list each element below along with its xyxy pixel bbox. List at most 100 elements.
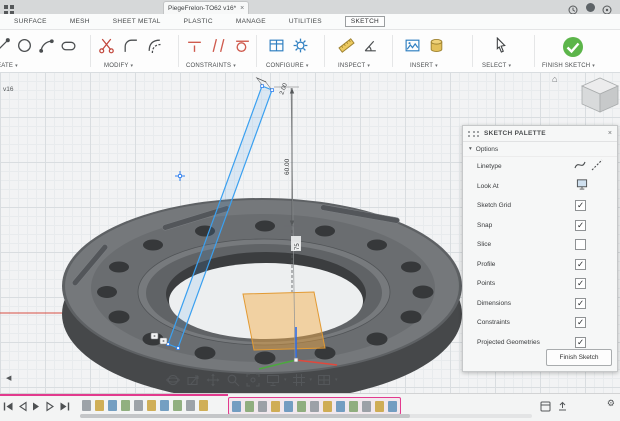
points-checkbox[interactable]: ✓ — [575, 278, 586, 289]
drag-handle-icon[interactable] — [468, 131, 479, 137]
options-section-header[interactable]: ▾ Options — [463, 142, 617, 157]
slice-checkbox[interactable] — [575, 239, 586, 250]
projected-geometries-checkbox[interactable]: ✓ — [575, 337, 586, 348]
create-arc-icon[interactable] — [38, 37, 55, 54]
timeline-feature-icon[interactable] — [232, 401, 241, 412]
select-cursor-icon[interactable] — [492, 37, 509, 54]
nav-look-at-icon[interactable] — [186, 372, 201, 387]
nav-zoom-icon[interactable] — [226, 372, 241, 387]
timeline-feature-icon[interactable] — [160, 400, 169, 411]
sketch-point[interactable] — [175, 171, 185, 181]
select-group-label[interactable]: SELECT▾ — [482, 63, 511, 69]
offset-icon[interactable] — [146, 37, 163, 54]
timeline-feature-icon[interactable] — [95, 400, 104, 411]
tab-utilities[interactable]: UTILITIES — [289, 18, 322, 25]
timeline-feature-icon[interactable] — [186, 400, 195, 411]
timeline-feature-icon[interactable] — [362, 401, 371, 412]
timeline-feature-icon[interactable] — [336, 401, 345, 412]
sketch-palette-header[interactable]: SKETCH PALETTE × — [463, 126, 617, 142]
timeline-feature-icon[interactable] — [82, 400, 91, 411]
insert-mcmaster-icon[interactable] — [428, 37, 445, 54]
nav-grid-settings-icon[interactable] — [292, 372, 307, 387]
nav-caret[interactable]: ▾ — [284, 377, 287, 383]
dimension-height[interactable]: 60.00 — [284, 158, 291, 175]
inspect-group-label[interactable]: INSPECT▾ — [338, 63, 370, 69]
dimension-width[interactable]: 2.00 — [279, 82, 289, 96]
create-slot-icon[interactable] — [60, 37, 77, 54]
timeline-group-icon[interactable] — [540, 399, 551, 417]
close-palette-icon[interactable]: × — [608, 130, 612, 137]
home-view-icon[interactable]: ⌂ — [552, 74, 557, 84]
configure-gear-icon[interactable] — [292, 37, 309, 54]
sketch-grid-checkbox[interactable]: ✓ — [575, 200, 586, 211]
measure-icon[interactable] — [338, 37, 355, 54]
timeline-feature-icon[interactable] — [349, 401, 358, 412]
timeline-go-to-start-icon[interactable] — [3, 399, 14, 410]
tab-sheet-metal[interactable]: SHEET METAL — [113, 18, 161, 25]
timeline-settings-gear-icon[interactable]: ⚙ — [607, 398, 615, 409]
constraints-checkbox[interactable]: ✓ — [575, 317, 586, 328]
tab-surface[interactable]: SURFACE — [14, 18, 47, 25]
nav-display-settings-icon[interactable] — [266, 372, 281, 387]
timeline-feature-icon[interactable] — [323, 401, 332, 412]
look-at-icon[interactable] — [576, 177, 588, 195]
finish-sketch-icon[interactable] — [562, 36, 584, 58]
angle-measure-icon[interactable] — [362, 37, 379, 54]
dimensions-checkbox[interactable]: ✓ — [575, 298, 586, 309]
timeline-feature-icon[interactable] — [245, 401, 254, 412]
timeline-feature-icon[interactable] — [310, 401, 319, 412]
create-circle-icon[interactable] — [16, 37, 33, 54]
timeline-step-forward-icon[interactable] — [45, 399, 56, 410]
fillet-icon[interactable] — [122, 37, 139, 54]
data-panel-toggle-icon[interactable] — [4, 2, 14, 12]
timeline-feature-icon[interactable] — [108, 400, 117, 411]
timeline-feature-icon[interactable] — [271, 401, 280, 412]
timeline-marker-line[interactable] — [0, 394, 228, 396]
timeline-step-back-icon[interactable] — [17, 399, 28, 410]
timeline-feature-icon[interactable] — [388, 401, 397, 412]
create-line-icon[interactable] — [0, 37, 11, 54]
close-tab-icon[interactable]: × — [240, 5, 244, 12]
document-tab[interactable]: PiegeFrelon-TO62 v16* × — [163, 1, 249, 15]
timeline-feature-icon[interactable] — [199, 400, 208, 411]
snap-checkbox[interactable]: ✓ — [575, 220, 586, 231]
dimension-partial[interactable]: 75 — [295, 243, 301, 250]
profile-checkbox[interactable]: ✓ — [575, 259, 586, 270]
finish-sketch-group-label[interactable]: FINISH SKETCH▾ — [542, 63, 595, 69]
nav-caret[interactable]: ▾ — [335, 377, 338, 383]
timeline-play-icon[interactable] — [31, 399, 42, 410]
nav-fit-icon[interactable] — [246, 372, 261, 387]
browser-collapsed-label[interactable]: v16 — [3, 86, 13, 93]
modify-group-label[interactable]: MODIFY▾ — [104, 63, 133, 69]
timeline-group[interactable] — [228, 397, 401, 415]
timeline-publish-icon[interactable] — [557, 399, 568, 417]
insert-group-label[interactable]: INSERT▾ — [410, 63, 438, 69]
browser-collapse-icon[interactable]: ◀ — [6, 374, 11, 382]
timeline-scrollbar-thumb[interactable] — [80, 414, 410, 418]
linetype-spline-icon[interactable] — [574, 158, 586, 176]
timeline-go-to-end-icon[interactable] — [59, 399, 70, 410]
timeline-feature-icon[interactable] — [375, 401, 384, 412]
constraint-tangent-icon[interactable] — [234, 37, 251, 54]
notifications-icon[interactable] — [602, 2, 612, 12]
timeline-feature-icon[interactable] — [173, 400, 182, 411]
trim-scissors-icon[interactable] — [98, 37, 115, 54]
timeline-feature-icon[interactable] — [284, 401, 293, 412]
timeline-feature-icon[interactable] — [297, 401, 306, 412]
job-status-icon[interactable] — [568, 2, 578, 12]
configure-group-label[interactable]: CONFIGURE▾ — [266, 63, 309, 69]
timeline-feature-icon[interactable] — [134, 400, 143, 411]
insert-image-icon[interactable] — [404, 37, 421, 54]
origin-point[interactable] — [294, 358, 298, 362]
nav-caret[interactable]: ▾ — [310, 377, 313, 383]
construction-line-icon[interactable] — [591, 158, 603, 176]
nav-orbit-icon[interactable] — [166, 372, 181, 387]
finish-sketch-button[interactable]: Finish Sketch — [546, 349, 612, 366]
timeline-feature-icon[interactable] — [147, 400, 156, 411]
configure-table-icon[interactable] — [268, 37, 285, 54]
constraints-group-label[interactable]: CONSTRAINTS▾ — [186, 63, 236, 69]
create-group-label[interactable]: CREATE▾ — [0, 63, 18, 69]
timeline-feature-icon[interactable] — [121, 400, 130, 411]
tab-manage[interactable]: MANAGE — [236, 18, 266, 25]
tab-plastic[interactable]: PLASTIC — [184, 18, 213, 25]
